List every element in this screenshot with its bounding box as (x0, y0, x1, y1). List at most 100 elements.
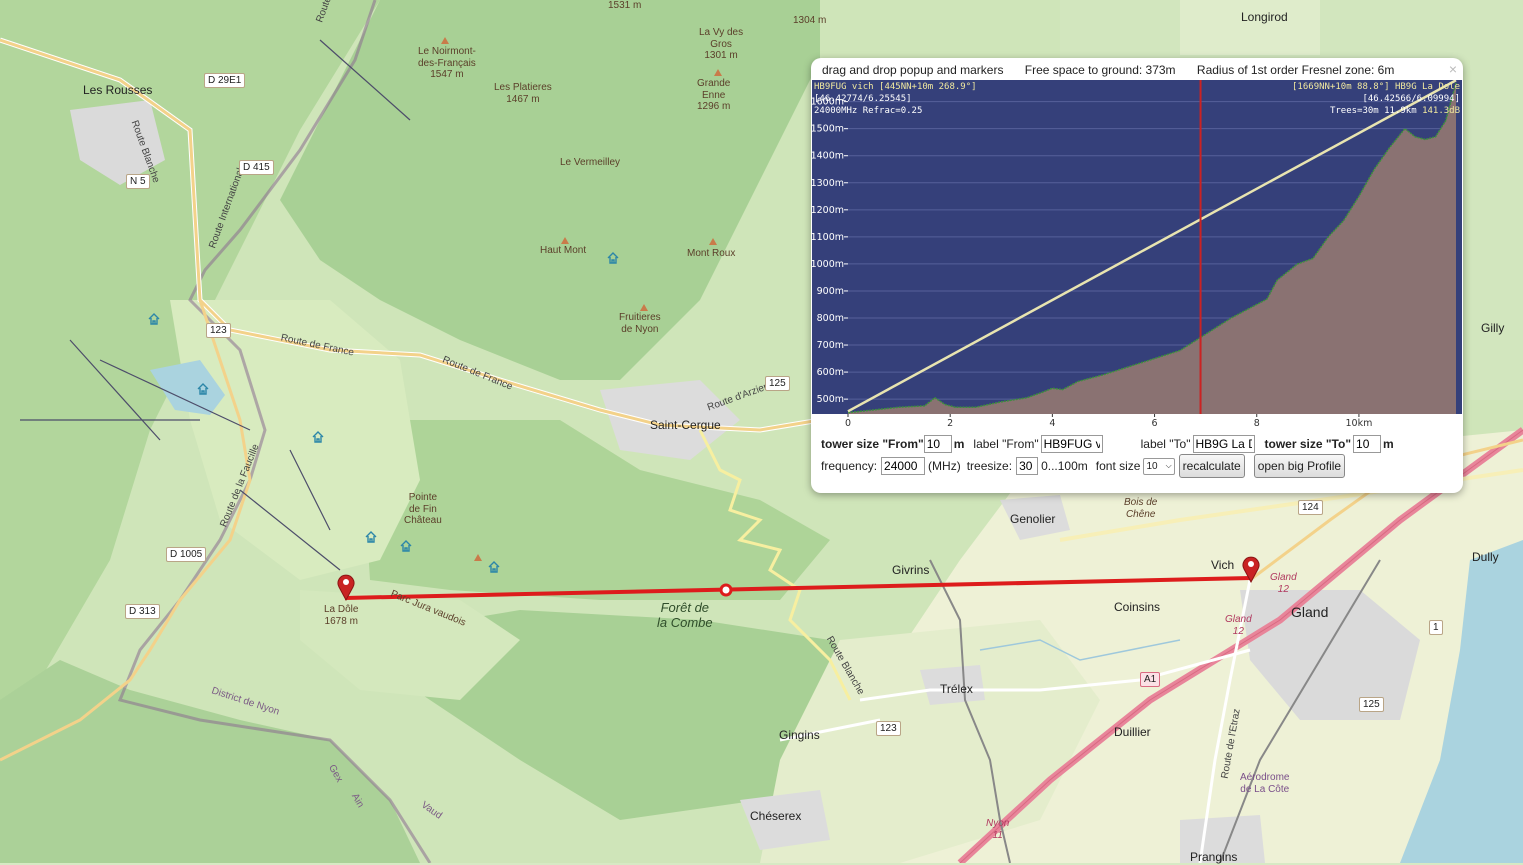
frequency-label: frequency: (821, 459, 878, 473)
peak-label: Les Platieres 1467 m (494, 82, 552, 105)
to-info-line: [1669NN+10m 88.8°] HB9G La Dole (1292, 82, 1460, 92)
alpine-hut-icon (365, 531, 377, 543)
town-label: Duillier (1114, 725, 1151, 739)
label-from-input[interactable] (1040, 435, 1103, 453)
town-label: Saint-Cergue (650, 418, 721, 432)
alpine-hut-icon (148, 313, 160, 325)
forest-label: Bois de Chêne (1124, 497, 1158, 520)
peak-label: Haut Mont (540, 245, 587, 256)
y-tick-label: 900m (817, 286, 844, 297)
peak-icon (714, 69, 722, 76)
trees-info-line: Trees=30m 11.9km 141.3dB (1330, 106, 1460, 116)
treesize-input[interactable] (1016, 457, 1039, 475)
road-shield: D 1005 (166, 547, 207, 562)
road-shield: N 5 (126, 174, 150, 189)
y-tick-label: 500m (817, 394, 844, 405)
town-label: Vich (1211, 558, 1235, 572)
peak-label: La Vy des Gros 1301 m (699, 27, 744, 61)
exit-label: Nyon 11 (986, 818, 1010, 841)
alpine-hut-icon (400, 540, 412, 552)
alpine-hut-icon (197, 383, 209, 395)
elevation-label: 1304 m (793, 15, 827, 26)
road-shield: 123 (206, 323, 231, 338)
peak-label: Le Vermeilley (560, 157, 621, 168)
treesize-range: 0...100m (1041, 459, 1088, 473)
elevation-profile-chart[interactable]: 500m 600m 700m 800m 900m 1000m 1100m 1200m 1300m… (812, 80, 1462, 430)
y-tick-label: 1300m (812, 178, 844, 189)
y-tick-label: 1000m (812, 259, 844, 270)
tower-to-unit: m (1383, 437, 1394, 451)
alpine-hut-icon (607, 252, 619, 264)
label-to-input[interactable] (1192, 435, 1255, 453)
fresnel-text: Radius of 1st order Fresnel zone: 6m (1196, 63, 1395, 77)
road-shield: D 313 (125, 604, 160, 619)
peak-label: Grande Enne 1296 m (697, 78, 731, 112)
y-tick-label: 700m (817, 340, 844, 351)
controls-row-2: frequency: (MHz) treesize: 0...100m font… (821, 454, 1346, 478)
tower-from-unit: m (953, 437, 965, 451)
peak-icon (561, 237, 569, 244)
peak-icon (441, 37, 449, 44)
town-label: Longirod (1241, 10, 1288, 24)
peak-label: Mont Roux (687, 248, 736, 259)
fontsize-select[interactable]: 10 ⌵ (1143, 457, 1175, 475)
forest-label: Forêt de la Combe (657, 600, 713, 630)
peak-label: Pointe de Fin Château (404, 492, 442, 526)
x-tick-label: 2 (947, 418, 953, 429)
town-label: Coinsins (1114, 600, 1161, 614)
town-label: Gland (1291, 604, 1329, 620)
marker-vich-icon[interactable] (1241, 555, 1261, 583)
road-shield: D 415 (239, 160, 274, 175)
to-coords-line: [46.42566/6.09994] (1362, 94, 1460, 104)
fontsize-value: 10 (1146, 460, 1158, 472)
road-shield: 123 (876, 721, 901, 736)
x-tick-label: 0 (845, 418, 851, 429)
controls-row-1: tower size "From" m label "From" label "… (821, 435, 1394, 453)
label-to-label: label "To" (1140, 437, 1191, 451)
x-tick-label: 8 (1254, 418, 1260, 429)
fontsize-label: font size (1095, 459, 1141, 473)
y-tick-label: 600m (817, 367, 844, 378)
alpine-hut-icon (488, 561, 500, 573)
road-shield: 125 (1359, 697, 1384, 712)
treesize-label: treesize: (966, 459, 1013, 473)
tower-to-input[interactable] (1353, 435, 1382, 453)
peak-icon (640, 304, 648, 311)
town-label: Givrins (892, 563, 930, 577)
elevation-label: 1531 m (608, 0, 642, 11)
town-label: Gingins (779, 728, 820, 742)
road-shield: 124 (1298, 500, 1323, 515)
open-big-profile-button[interactable]: open big Profile (1253, 454, 1346, 478)
road-shield: D 29E1 (204, 73, 246, 88)
y-tick-label: 1400m (812, 151, 844, 162)
profile-popup[interactable]: drag and drop popup and markers Free spa… (811, 58, 1463, 493)
y-tick-label: 1500m (812, 124, 844, 135)
chevron-down-icon: ⌵ (1165, 461, 1172, 470)
road-shield: 1 (1429, 620, 1443, 635)
peak-icon (709, 238, 717, 245)
recalculate-button[interactable]: recalculate (1178, 454, 1245, 478)
airport-label: Aérodrome de La Côte (1240, 772, 1290, 795)
peak-icon (474, 554, 482, 561)
midpoint-handle (719, 583, 733, 597)
peak-label: La Dôle 1678 m (324, 604, 359, 627)
x-tick-label: 10km (1345, 418, 1372, 429)
town-label: Les Rousses (83, 83, 153, 97)
town-label: Genolier (1010, 512, 1056, 526)
exit-label: Gland 12 (1225, 614, 1252, 637)
frequency-input[interactable] (881, 457, 926, 475)
close-icon[interactable]: × (1449, 61, 1457, 77)
marker-la-dole-icon[interactable] (336, 573, 356, 601)
y-tick-label: 1100m (812, 232, 844, 243)
peak-label: Le Noirmont- des-Français 1547 m (418, 46, 476, 80)
alpine-hut-icon (312, 431, 324, 443)
tower-from-input[interactable] (923, 435, 952, 453)
tower-to-label: tower size "To" (1264, 437, 1352, 451)
y-tick-label: 1200m (812, 205, 844, 216)
popup-title: drag and drop popup and markers (822, 63, 1004, 77)
from-coords-line: [46.42774/6.25545] (814, 94, 912, 104)
frequency-info-line: 24000MHz Refrac=0.25 (814, 106, 922, 116)
tower-from-label: tower size "From" (821, 437, 924, 451)
town-label: Gilly (1481, 321, 1505, 335)
peak-label: Fruitieres de Nyon (619, 312, 661, 335)
